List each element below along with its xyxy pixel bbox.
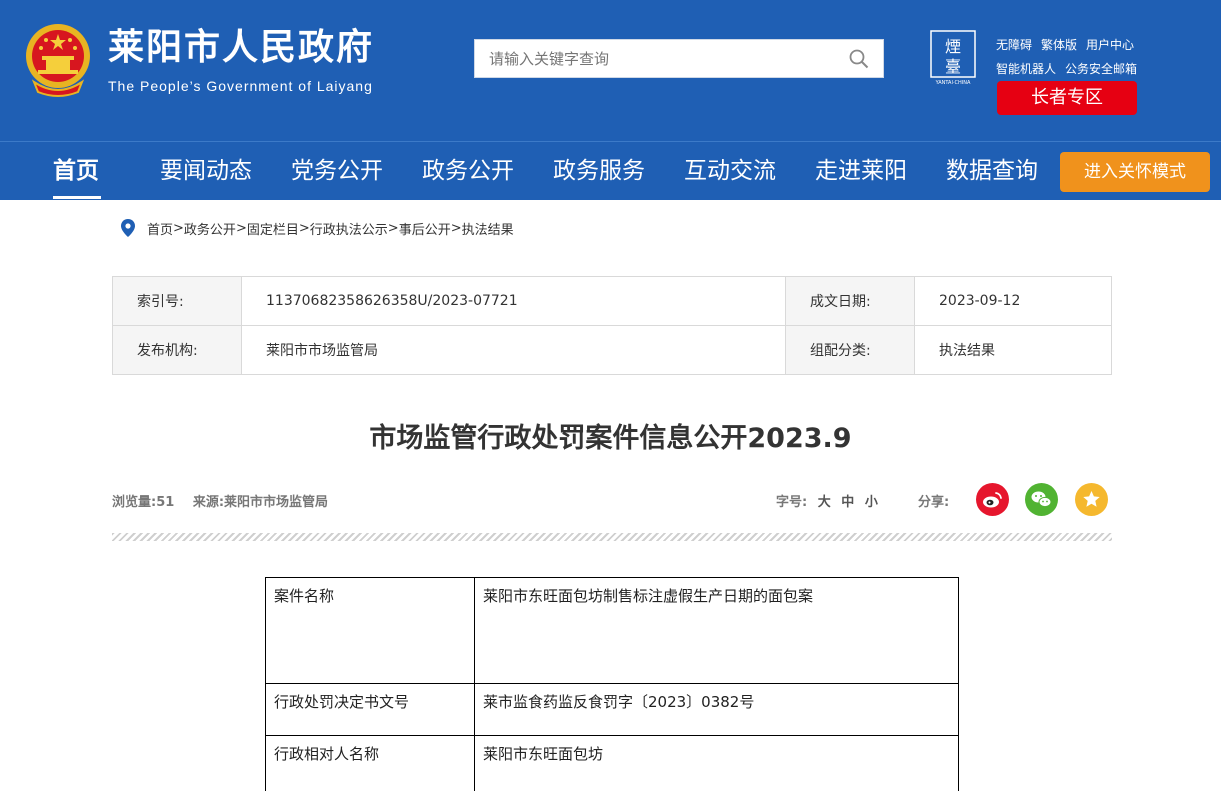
font-size-label: 字号:: [776, 495, 808, 510]
table-row: 行政处罚决定书文号 莱市监食药监反食罚字〔2023〕0382号: [265, 683, 959, 736]
category-label: 组配分类:: [785, 325, 915, 375]
care-mode-button[interactable]: 进入关怀模式: [1060, 152, 1210, 192]
site-subtitle: The People’s Government of Laiyang: [108, 78, 373, 94]
category-value: 执法结果: [914, 325, 1112, 375]
breadcrumb-enforcement-results[interactable]: 执法结果: [462, 219, 514, 238]
user-center-link[interactable]: 用户中心: [1086, 36, 1134, 60]
nav-item-home[interactable]: 首页: [53, 142, 99, 200]
traditional-chinese-link[interactable]: 繁体版: [1041, 36, 1077, 60]
main-nav: 首页 要闻动态 党务公开 政务公开 政务服务 互动交流 走进莱阳 数据查询: [0, 141, 1221, 200]
document-meta-table: 索引号: 11370682358626358U/2023-07721 成文日期:…: [112, 276, 1112, 375]
svg-text:臺: 臺: [945, 57, 961, 76]
table-row: 行政相对人名称 莱阳市东旺面包坊: [265, 735, 959, 791]
favorite-share-button[interactable]: [1075, 483, 1108, 516]
nav-item-government-affairs[interactable]: 政务公开: [422, 142, 514, 200]
top-links: 无障碍 繁体版 用户中心 智能机器人 公务安全邮箱: [996, 36, 1137, 84]
article-title: 市场监管行政处罚案件信息公开2023.9: [369, 423, 852, 454]
weibo-share-button[interactable]: [976, 483, 1009, 516]
share-label: 分享:: [918, 495, 950, 510]
party-name-label: 行政相对人名称: [265, 735, 475, 791]
nav-item-government-services[interactable]: 政务服务: [553, 142, 645, 200]
article-source: 来源:莱阳市市场监管局: [192, 495, 329, 510]
view-count: 浏览量:51: [112, 495, 175, 510]
nav-item-news[interactable]: 要闻动态: [160, 142, 252, 200]
breadcrumb-enforcement-publicity[interactable]: 行政执法公示: [310, 219, 388, 238]
national-emblem-icon[interactable]: [24, 22, 92, 98]
favorite-icon: [1075, 483, 1108, 516]
date-value: 2023-09-12: [914, 276, 1112, 326]
wechat-icon: [1025, 483, 1058, 516]
nav-active-indicator: [53, 196, 101, 199]
breadcrumb: 首页 > 政务公开 > 固定栏目 > 行政执法公示 > 事后公开 > 执法结果: [120, 218, 514, 238]
search-input[interactable]: [475, 40, 835, 77]
case-name-label: 案件名称: [265, 577, 475, 684]
breadcrumb-home[interactable]: 首页: [147, 219, 173, 238]
index-value: 11370682358626358U/2023-07721: [241, 276, 786, 326]
search-icon[interactable]: [849, 49, 869, 69]
accessibility-link[interactable]: 无障碍: [996, 36, 1032, 60]
case-name-value: 莱阳市东旺面包坊制售标注虚假生产日期的面包案: [474, 577, 959, 684]
breadcrumb-fixed-column[interactable]: 固定栏目: [247, 219, 299, 238]
table-row: 案件名称 莱阳市东旺面包坊制售标注虚假生产日期的面包案: [265, 577, 959, 684]
breadcrumb-government-affairs[interactable]: 政务公开: [184, 219, 236, 238]
article-info: 浏览量:51 来源:莱阳市市场监管局: [112, 491, 342, 510]
location-pin-icon: [121, 219, 135, 237]
font-size-small[interactable]: 小: [865, 495, 878, 510]
svg-text:煙: 煙: [945, 37, 961, 56]
weibo-icon: [976, 483, 1009, 516]
yantai-logo-icon[interactable]: 煙 臺 YANTAI·CHINA: [930, 30, 976, 86]
party-name-value: 莱阳市东旺面包坊: [474, 735, 959, 791]
font-size-large[interactable]: 大: [818, 495, 831, 510]
site-title[interactable]: 莱阳市人民政府: [108, 30, 374, 66]
svg-text:YANTAI·CHINA: YANTAI·CHINA: [935, 80, 971, 86]
date-label: 成文日期:: [785, 276, 915, 326]
breadcrumb-post-publicity[interactable]: 事后公开: [399, 219, 451, 238]
site-header: 莱阳市人民政府 The People’s Government of Laiya…: [0, 0, 1221, 141]
font-size-medium[interactable]: 中: [841, 495, 854, 510]
decision-number-label: 行政处罚决定书文号: [265, 683, 475, 736]
index-label: 索引号:: [112, 276, 242, 326]
nav-item-about-laiyang[interactable]: 走进莱阳: [815, 142, 907, 200]
search-box: [474, 39, 884, 78]
elder-zone-button[interactable]: 长者专区: [997, 81, 1137, 115]
wechat-share-button[interactable]: [1025, 483, 1058, 516]
separator-stripe: [112, 533, 1112, 541]
case-info-table: 案件名称 莱阳市东旺面包坊制售标注虚假生产日期的面包案 行政处罚决定书文号 莱市…: [265, 577, 959, 791]
nav-item-party-affairs[interactable]: 党务公开: [291, 142, 383, 200]
font-size-control: 字号: 大 中 小: [776, 491, 878, 510]
nav-item-interaction[interactable]: 互动交流: [684, 142, 776, 200]
decision-number-value: 莱市监食药监反食罚字〔2023〕0382号: [474, 683, 959, 736]
publisher-value: 莱阳市市场监管局: [241, 325, 786, 375]
publisher-label: 发布机构:: [112, 325, 242, 375]
nav-item-data-query[interactable]: 数据查询: [946, 142, 1038, 200]
